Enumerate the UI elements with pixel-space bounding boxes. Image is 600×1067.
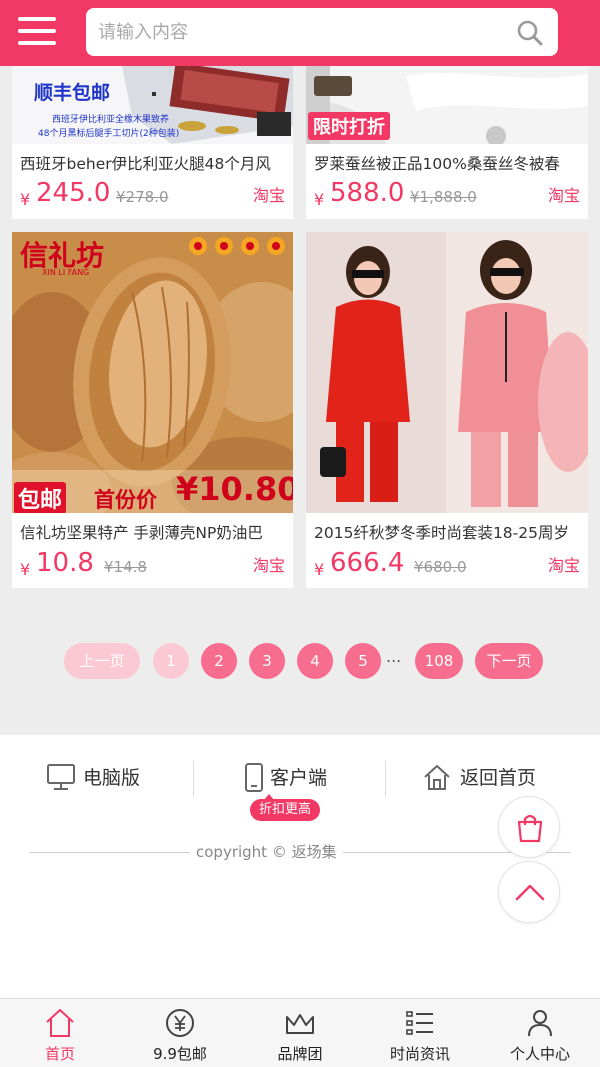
currency-symbol: ¥: [20, 560, 31, 579]
footer-divider: [193, 761, 194, 797]
product-image[interactable]: 顺丰包邮 西班牙伊比利亚全橡木果致养 48个月黑标后腿手工切片(2种包装): [12, 66, 293, 144]
back-to-top-button[interactable]: [498, 861, 560, 923]
product-title[interactable]: 2015纤秋梦冬季时尚套装18-25周岁: [314, 521, 580, 543]
product-price: 245.0: [36, 178, 111, 208]
page-button-2[interactable]: 2: [201, 643, 237, 679]
search-input[interactable]: [98, 8, 498, 56]
image-text-desc-1: 西班牙伊比利亚全橡木果致养: [52, 115, 170, 125]
shopping-bag-button[interactable]: [498, 796, 560, 858]
nav-label-home: 首页: [44, 1045, 75, 1063]
yen-circle-icon: [166, 1009, 194, 1037]
product-image[interactable]: 限时打折: [306, 66, 588, 144]
original-price: ¥14.8: [104, 558, 147, 576]
page-button-last[interactable]: 108: [415, 643, 463, 679]
footer-divider: [385, 761, 386, 797]
next-page-button[interactable]: 下一页: [475, 643, 543, 679]
monitor-icon: [47, 764, 75, 790]
crown-icon: [286, 1014, 314, 1034]
product-card[interactable]: 2015纤秋梦冬季时尚套装18-25周岁 ¥ 666.4 ¥680.0 淘宝: [306, 232, 588, 588]
prev-page-button[interactable]: 上一页: [64, 643, 140, 679]
currency-symbol: ¥: [20, 190, 31, 209]
nav-label-brand-group: 品牌团: [277, 1045, 323, 1063]
currency-symbol: ¥: [314, 190, 325, 209]
page-button-1[interactable]: 1: [153, 643, 189, 679]
top-bar: [0, 0, 600, 66]
image-text-first-price-label: 首份价: [94, 488, 157, 512]
bottom-navigation: 首页 9.9包邮 品牌团 时尚资讯 个人中心: [0, 998, 600, 1067]
product-title[interactable]: 信礼坊坚果特产 手剥薄壳NP奶油巴: [20, 521, 285, 543]
home-icon: [46, 1009, 74, 1037]
nav-item-personal-center[interactable]: 个人中心: [480, 999, 600, 1067]
page-button-4[interactable]: 4: [297, 643, 333, 679]
nav-label-personal-center: 个人中心: [509, 1045, 570, 1063]
discount-badge: 折扣更高: [250, 794, 321, 821]
client-app-label: 客户端: [270, 767, 328, 789]
phone-icon: [245, 763, 263, 792]
image-text-shipping: 包邮: [14, 482, 67, 513]
nav-item-brand-group[interactable]: 品牌团: [240, 999, 360, 1067]
source-label: 淘宝: [547, 186, 580, 205]
nav-item-home[interactable]: 首页: [0, 999, 120, 1067]
client-app-link[interactable]: 客户端: [244, 761, 344, 795]
nav-label-fashion-news: 时尚资讯: [389, 1045, 450, 1063]
list-icon: [406, 1011, 433, 1035]
product-card[interactable]: 限时打折 罗莱蚕丝被正品100%桑蚕丝冬被春 ¥ 588.0 ¥1,888.0 …: [306, 66, 588, 219]
image-text-promo: 限时打折: [308, 112, 390, 140]
source-label: 淘宝: [252, 556, 285, 575]
image-text-desc-2: 48个月黑标后腿手工切片(2种包装): [38, 129, 180, 139]
product-price: 666.4: [330, 548, 405, 578]
desktop-version-label: 电脑版: [83, 767, 141, 789]
source-label: 淘宝: [252, 186, 285, 205]
back-home-link[interactable]: 返回首页: [422, 761, 552, 795]
currency-symbol: ¥: [314, 560, 325, 579]
nav-item-9-9-free-shipping[interactable]: 9.9包邮: [120, 999, 240, 1067]
image-text-brand-pinyin: XIN LI FANG: [42, 268, 90, 277]
copyright-text: copyright © 返场集: [190, 841, 343, 862]
pagination: 上一页 1 2 3 4 5 ... 108 下一页: [0, 643, 600, 679]
user-icon: [528, 1010, 552, 1037]
image-text-shipping: 顺丰包邮: [34, 82, 111, 104]
product-image[interactable]: [306, 232, 588, 513]
nav-label-9-9: 9.9包邮: [153, 1045, 207, 1063]
product-card[interactable]: 信礼坊 XIN LI FANG 包邮 首份价 ¥10.80 信礼坊坚果特产 手剥…: [12, 232, 293, 588]
home-outline-icon: [424, 765, 450, 790]
page-button-5[interactable]: 5: [345, 643, 381, 679]
menu-icon[interactable]: [18, 14, 58, 48]
image-text-first-price: ¥10.80: [176, 470, 293, 508]
search-box: [86, 8, 558, 56]
product-price: 10.8: [36, 548, 94, 578]
original-price: ¥1,888.0: [410, 188, 477, 206]
source-label: 淘宝: [547, 556, 580, 575]
search-icon[interactable]: [516, 19, 544, 47]
desktop-version-link[interactable]: 电脑版: [46, 761, 156, 795]
original-price: ¥680.0: [414, 558, 467, 576]
chevron-up-icon: [515, 884, 545, 901]
product-price: 588.0: [330, 178, 405, 208]
shopping-bag-icon: [517, 814, 543, 843]
pagination-ellipsis: ...: [386, 647, 402, 666]
product-image[interactable]: 信礼坊 XIN LI FANG 包邮 首份价 ¥10.80: [12, 232, 293, 513]
product-card[interactable]: 顺丰包邮 西班牙伊比利亚全橡木果致养 48个月黑标后腿手工切片(2种包装) 西班…: [12, 66, 293, 219]
nav-item-fashion-news[interactable]: 时尚资讯: [360, 999, 480, 1067]
product-title[interactable]: 罗莱蚕丝被正品100%桑蚕丝冬被春: [314, 152, 580, 174]
original-price: ¥278.0: [116, 188, 169, 206]
product-title[interactable]: 西班牙beher伊比利亚火腿48个月风: [20, 152, 285, 174]
page-button-3[interactable]: 3: [249, 643, 285, 679]
back-home-label: 返回首页: [460, 767, 537, 789]
